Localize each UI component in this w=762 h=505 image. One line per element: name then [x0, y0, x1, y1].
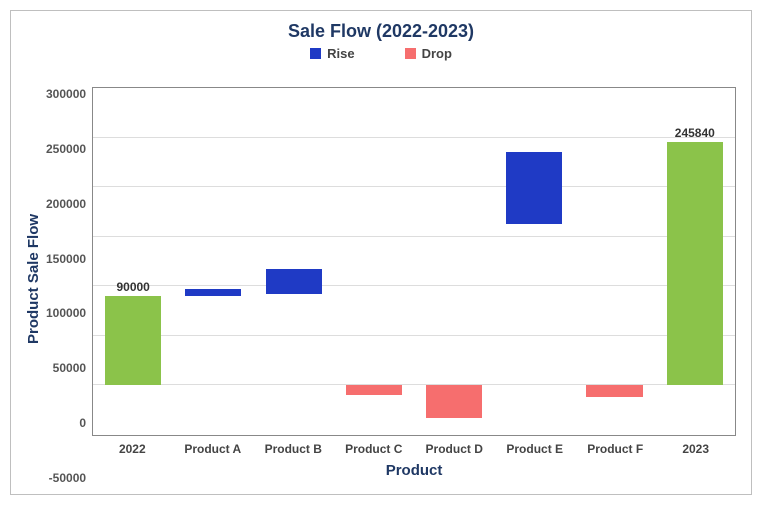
- bar-drop: [426, 385, 482, 418]
- bar-slot: [574, 88, 654, 435]
- y-tick-label: 150000: [46, 252, 86, 266]
- y-axis-labels: 300000 250000 200000 150000 100000 50000 0 -500…: [46, 69, 92, 489]
- y-tick-label: 0: [46, 416, 86, 430]
- bar-drop: [586, 385, 642, 397]
- y-tick-label: -50000: [46, 471, 86, 485]
- x-tick-label: Product B: [253, 442, 333, 456]
- bar-total: [667, 142, 723, 386]
- bar-slot: [254, 88, 334, 435]
- legend-item-drop: Drop: [405, 46, 452, 61]
- x-axis-labels: 2022Product AProduct BProduct CProduct D…: [92, 436, 736, 456]
- bar-data-label: 245840: [655, 126, 735, 142]
- bar-slot: [334, 88, 414, 435]
- y-tick-label: 200000: [46, 197, 86, 211]
- bar-rise: [506, 152, 562, 223]
- chart-main: Product Sale Flow 300000 250000 200000 1500…: [11, 69, 751, 494]
- chart-frame: Sale Flow (2022-2023) Rise Drop Product …: [0, 0, 762, 505]
- x-tick-label: Product C: [334, 442, 414, 456]
- legend-item-rise: Rise: [310, 46, 354, 61]
- x-tick-label: Product F: [575, 442, 655, 456]
- plot-area: 90000 245840: [92, 87, 736, 436]
- bar-data-label: 90000: [93, 280, 173, 296]
- bar-rise: [185, 289, 241, 296]
- y-tick-label: 50000: [46, 361, 86, 375]
- bars-container: 90000 245840: [93, 88, 735, 435]
- bar-total: [105, 296, 161, 385]
- x-tick-label: 2023: [655, 442, 735, 456]
- legend-swatch-rise: [310, 48, 321, 59]
- bar-drop: [346, 385, 402, 395]
- y-tick-label: 250000: [46, 142, 86, 156]
- bar-slot: [173, 88, 253, 435]
- x-tick-label: Product D: [414, 442, 494, 456]
- chart-container: Sale Flow (2022-2023) Rise Drop Product …: [10, 10, 752, 495]
- bar-slot: [494, 88, 574, 435]
- chart-legend: Rise Drop: [11, 46, 751, 69]
- x-tick-label: 2022: [92, 442, 172, 456]
- y-tick-label: 300000: [46, 87, 86, 101]
- x-tick-label: Product E: [494, 442, 574, 456]
- legend-label-drop: Drop: [422, 46, 452, 61]
- x-tick-label: Product A: [173, 442, 253, 456]
- bar-rise: [266, 269, 322, 294]
- bar-slot: 90000: [93, 88, 173, 435]
- bar-slot: 245840: [655, 88, 735, 435]
- legend-label-rise: Rise: [327, 46, 354, 61]
- legend-swatch-drop: [405, 48, 416, 59]
- y-tick-label: 100000: [46, 306, 86, 320]
- chart-title: Sale Flow (2022-2023): [11, 11, 751, 46]
- plot-wrap: 90000245840 2022Product AProduct BProduc…: [92, 69, 736, 489]
- x-axis-title: Product: [92, 456, 736, 489]
- y-axis-title: Product Sale Flow: [21, 69, 46, 489]
- bar-slot: [414, 88, 494, 435]
